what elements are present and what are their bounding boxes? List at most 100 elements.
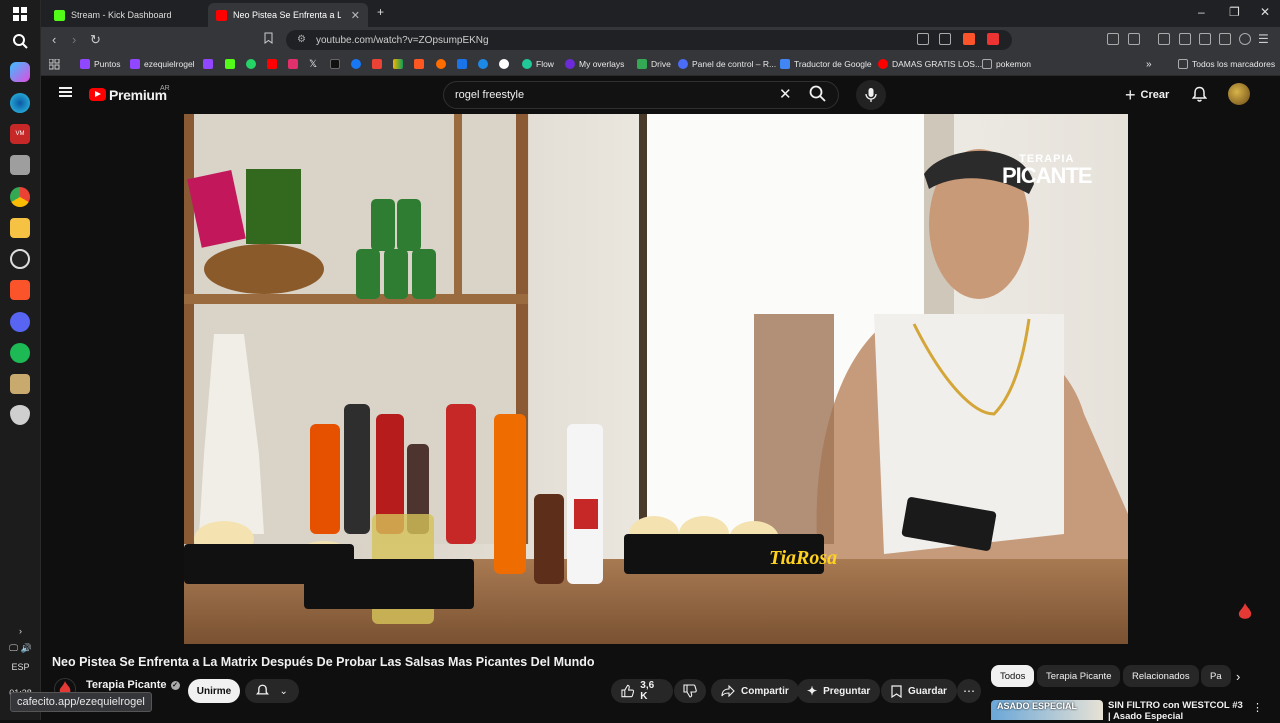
shield-icon[interactable] (10, 405, 30, 425)
bookmark-all-folder[interactable]: Todos los marcadores (1178, 57, 1275, 71)
copilot-icon[interactable] (10, 62, 30, 82)
search-icon[interactable] (10, 31, 30, 51)
tray-expand-icon[interactable]: › (0, 626, 41, 636)
obs-icon[interactable] (10, 249, 30, 269)
back-icon[interactable]: ‹ (52, 32, 56, 47)
join-button[interactable]: Unirme (188, 679, 240, 703)
youtube-brand[interactable]: Premium (109, 87, 167, 103)
sidebar-icon[interactable] (1179, 33, 1191, 45)
chip-relacionados[interactable]: Relacionados (1123, 665, 1199, 687)
create-button[interactable]: + Crear (1125, 86, 1169, 104)
close-window-button[interactable]: ✕ (1260, 5, 1270, 19)
bookmark-drive[interactable]: Drive (637, 57, 671, 71)
chip-terapia-picante[interactable]: Terapia Picante (1037, 665, 1121, 687)
minimize-button[interactable]: – (1198, 5, 1205, 19)
maximize-button[interactable]: ❐ (1229, 5, 1240, 19)
folder-icon[interactable] (10, 218, 30, 238)
voicemeeter-icon[interactable]: VM (10, 124, 30, 144)
bookmark-x[interactable]: 𝕏 (309, 57, 317, 71)
discord-icon[interactable] (10, 312, 30, 332)
bookmark-orange-app[interactable] (414, 57, 428, 71)
vpn-icon[interactable] (1239, 33, 1251, 45)
tab-title: Neo Pistea Se Enfrenta a La M (233, 10, 341, 20)
leo-ai-icon[interactable] (1219, 33, 1231, 45)
cast-icon[interactable] (917, 33, 929, 45)
language-indicator[interactable]: ESP (0, 662, 41, 672)
bookmark-twitch-2[interactable] (203, 57, 217, 71)
youtube-logo-icon[interactable] (89, 88, 106, 101)
explorer-icon[interactable] (10, 155, 30, 175)
brave-icon[interactable] (10, 280, 30, 300)
bookmark-firefox[interactable] (436, 57, 450, 71)
bookmark-circle-app[interactable] (499, 57, 513, 71)
dislike-button[interactable] (674, 679, 706, 703)
facebook-icon (351, 59, 361, 69)
bookmark-damas[interactable]: DAMAS GRATIS LOS... (878, 57, 982, 71)
bookmark-flow[interactable]: Flow (522, 57, 554, 71)
share-icon[interactable] (939, 33, 951, 45)
chip-todos[interactable]: Todos (991, 665, 1035, 687)
new-tab-button[interactable]: + (377, 5, 384, 19)
share-button[interactable]: Compartir (711, 679, 799, 703)
bookmark-grid-app[interactable] (393, 57, 407, 71)
bookmark-gmail[interactable] (372, 57, 386, 71)
windows-start-icon[interactable] (10, 4, 30, 24)
bookmark-facebook[interactable] (351, 57, 365, 71)
apps-grid-icon[interactable] (49, 57, 60, 71)
wallet-icon[interactable] (1199, 33, 1211, 45)
recommendation-title[interactable]: SIN FILTRO con WESTCOL #3 | Asado Especi… (1108, 700, 1244, 723)
bookmark-play-app[interactable] (478, 57, 492, 71)
save-button[interactable]: Guardar (881, 679, 957, 703)
channel-name-link[interactable]: Terapia Picante ✓ (86, 679, 180, 691)
tab-kick-dashboard[interactable]: Stream - Kick Dashboard (46, 3, 203, 27)
bookmark-my-overlays[interactable]: My overlays (565, 57, 624, 71)
bookmark-pokemon[interactable]: pokemon (982, 57, 1031, 71)
league-icon[interactable] (10, 374, 30, 394)
chip-partial[interactable]: Pa (1201, 665, 1231, 687)
chevron-right-icon[interactable]: › (1236, 669, 1240, 684)
brave-rewards-icon[interactable] (987, 33, 999, 45)
recommendation-thumbnail[interactable]: ASADO ESPECIAL (991, 700, 1103, 720)
bookmark-tiktok[interactable] (330, 57, 344, 71)
chrome-icon[interactable] (10, 187, 30, 207)
bookmark-whatsapp[interactable] (246, 57, 260, 71)
url-input[interactable]: ⚙ youtube.com/watch?v=ZOpsumpEKNg (286, 30, 1012, 50)
more-actions-icon[interactable]: ⋯ (957, 679, 981, 703)
notifications-bell-icon[interactable] (1191, 86, 1208, 108)
bookmark-ezequielrogel[interactable]: ezequielrogel (130, 57, 195, 71)
chevron-down-icon: ⌄ (279, 685, 288, 697)
recommendation-more-icon[interactable]: ⋮ (1252, 701, 1263, 714)
subscribed-notifications-button[interactable]: ⌄ (245, 679, 299, 703)
forward-icon[interactable]: › (72, 32, 76, 47)
microphone-icon[interactable] (856, 80, 886, 110)
user-avatar[interactable] (1228, 83, 1250, 105)
tray-icons[interactable]: 🖵 🔊 (0, 643, 41, 654)
bookmark-blue-app[interactable] (457, 57, 471, 71)
search-icon[interactable] (809, 85, 827, 103)
extensions-icon[interactable] (1107, 33, 1119, 45)
spotify-icon[interactable] (10, 343, 30, 363)
clear-search-icon[interactable]: ✕ (779, 85, 792, 103)
bookmark-kick[interactable] (225, 57, 239, 71)
brave-shields-icon[interactable] (963, 33, 975, 45)
edge-icon[interactable] (10, 93, 30, 113)
bookmark-puntos[interactable]: Puntos (80, 57, 120, 71)
tab-youtube-video[interactable]: Neo Pistea Se Enfrenta a La M ✕ (208, 3, 368, 27)
bookmark-panel-control[interactable]: Panel de control – R... (678, 57, 776, 71)
like-button[interactable]: 3,6 K (611, 679, 673, 703)
video-player[interactable]: TiaRosa TERAPIA PICANTE (184, 114, 1128, 644)
media-icon[interactable] (1158, 33, 1170, 45)
bookmark-instagram[interactable] (288, 57, 302, 71)
menu-icon[interactable]: ☰ (1258, 32, 1269, 46)
site-info-icon[interactable]: ⚙ (297, 34, 306, 45)
chat-flame-icon[interactable] (1237, 602, 1253, 622)
reload-icon[interactable]: ↻ (90, 32, 101, 48)
bookmarks-overflow-icon[interactable]: » (1146, 57, 1152, 71)
ask-button[interactable]: ✦ Preguntar (797, 679, 881, 703)
bookmark-page-icon[interactable] (264, 32, 273, 47)
hamburger-menu-icon[interactable] (59, 87, 72, 97)
bookmark-traductor[interactable]: Traductor de Google (780, 57, 872, 71)
close-tab-icon[interactable]: ✕ (351, 9, 360, 22)
bookmark-youtube[interactable] (267, 57, 281, 71)
screenshot-icon[interactable] (1128, 33, 1140, 45)
